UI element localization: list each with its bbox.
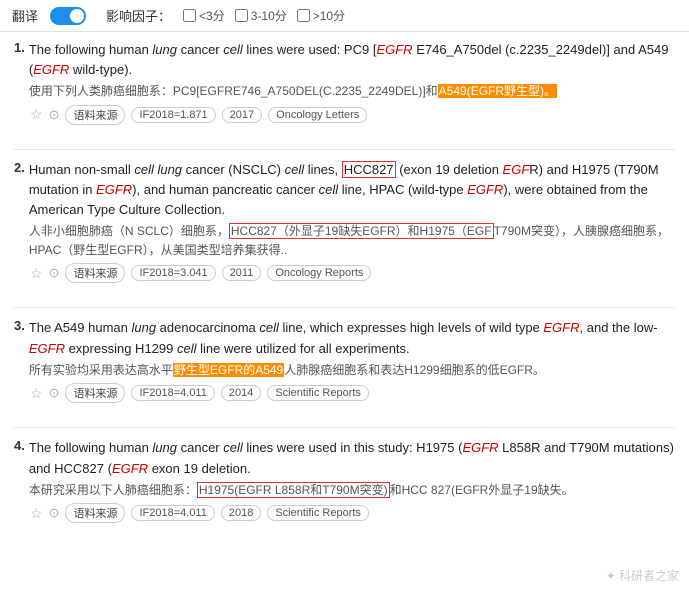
star-icon-1[interactable]: ☆ [30, 106, 43, 123]
meta-row-3: ☆ ⊙ 语料来源 IF2018=4.011 2014 Scientific Re… [30, 383, 675, 403]
egf-2: EGF [503, 162, 530, 177]
filter-lt3-label: <3分 [199, 7, 225, 24]
egfr-4b: EGFR [112, 461, 148, 476]
year-tag-3: 2014 [221, 385, 261, 401]
cell-lung-2: cell lung [134, 162, 182, 177]
translate-label: 翻译 [12, 6, 38, 25]
filter-lt3[interactable]: <3分 [183, 7, 225, 24]
year-tag-1: 2017 [222, 107, 262, 123]
source-tag-4[interactable]: 语料来源 [65, 503, 125, 523]
year-tag-2: 2011 [222, 265, 262, 281]
lung-3: lung [131, 320, 156, 335]
filter-gt10-label: >10分 [313, 7, 345, 24]
egfr-2c: EGFR [467, 182, 503, 197]
source-tag-2[interactable]: 语料来源 [65, 263, 125, 283]
star-icon-4[interactable]: ☆ [30, 505, 43, 522]
divider-3 [14, 427, 675, 428]
recycle-icon-2[interactable]: ⊙ [49, 265, 60, 281]
zh-highlight-1: A549(EGFR野生型)。 [438, 84, 557, 98]
journal-tag-2: Oncology Reports [267, 265, 371, 281]
if-tag-2: IF2018=3.041 [131, 265, 215, 281]
result-item-4: 4. The following human lung cancer cell … [14, 438, 675, 529]
cell-3: cell [259, 320, 279, 335]
lung-4: lung [152, 440, 177, 455]
cell-1: cell [223, 42, 243, 57]
result-number-1: 1. [14, 40, 25, 101]
result-item-2: 2. Human non-small cell lung cancer (NSC… [14, 160, 675, 290]
egfr-1a: EGFR [376, 42, 412, 57]
star-icon-3[interactable]: ☆ [30, 385, 43, 402]
recycle-icon-1[interactable]: ⊙ [49, 107, 60, 123]
result-en-2: Human non-small cell lung cancer (NSCLC)… [29, 160, 675, 220]
meta-row-4: ☆ ⊙ 语料来源 IF2018=4.011 2018 Scientific Re… [30, 503, 675, 523]
cell-3b: cell [177, 341, 197, 356]
filter-3-10-checkbox[interactable] [235, 9, 248, 22]
result-item-3: 3. The A549 human lung adenocarcinoma ce… [14, 318, 675, 409]
filter-gt10-checkbox[interactable] [297, 9, 310, 22]
year-tag-4: 2018 [221, 505, 261, 521]
journal-tag-3: Scientific Reports [267, 385, 369, 401]
result-en-1: The following human lung cancer cell lin… [29, 40, 675, 80]
if-tag-3: IF2018=4.011 [131, 385, 214, 401]
cell-2b: cell [319, 182, 339, 197]
hcc827-highlight: HCC827 [342, 161, 396, 178]
source-tag-1[interactable]: 语料来源 [65, 105, 125, 125]
filter-lt3-checkbox[interactable] [183, 9, 196, 22]
star-icon-2[interactable]: ☆ [30, 265, 43, 282]
egfr-3b: EGFR [29, 341, 65, 356]
source-tag-3[interactable]: 语料来源 [65, 383, 125, 403]
watermark: ✦ 科研者之家 [606, 567, 679, 584]
toggle-knob [70, 9, 84, 23]
result-zh-1: 使用下列人类肺癌细胞系：PC9[EGFRE746_A750DEL(C.2235_… [29, 82, 675, 101]
filter-label: 影响因子： [106, 6, 171, 25]
if-tag-1: IF2018=1.871 [131, 107, 215, 123]
egfr-3a: EGFR [543, 320, 579, 335]
egfr-1b: EGFR [33, 62, 69, 77]
egfr-4a: EGFR [462, 440, 498, 455]
filter-group: <3分 3-10分 >10分 [183, 7, 345, 24]
zh-highlight-2: HCC827（外显子19缺失EGFR）和H1975（EGF [229, 223, 494, 239]
result-number-3: 3. [14, 318, 25, 379]
divider-2 [14, 307, 675, 308]
meta-row-2: ☆ ⊙ 语料来源 IF2018=3.041 2011 Oncology Repo… [30, 263, 675, 283]
result-zh-3: 所有实验均采用表达高水平野生型EGFR的A549人肺腺癌细胞系和表达H1299细… [29, 361, 675, 380]
cell-2: cell [285, 162, 305, 177]
result-zh-2: 人非小细胞肺癌（N SCLC）细胞系，HCC827（外显子19缺失EGFR）和H… [29, 222, 675, 259]
recycle-icon-3[interactable]: ⊙ [49, 385, 60, 401]
if-tag-4: IF2018=4.011 [131, 505, 214, 521]
zh-highlight-3: 野生型EGFR的A549 [173, 363, 284, 377]
lung-1: lung [152, 42, 177, 57]
result-number-2: 2. [14, 160, 25, 260]
divider-1 [14, 149, 675, 150]
egfr-2b: EGFR [96, 182, 132, 197]
cell-4: cell [223, 440, 243, 455]
filter-gt10[interactable]: >10分 [297, 7, 345, 24]
journal-tag-4: Scientific Reports [267, 505, 369, 521]
recycle-icon-4[interactable]: ⊙ [49, 505, 60, 521]
translate-toggle[interactable] [50, 7, 86, 25]
meta-row-1: ☆ ⊙ 语料来源 IF2018=1.871 2017 Oncology Lett… [30, 105, 675, 125]
result-zh-4: 本研究采用以下人肺癌细胞系：H1975(EGFR L858R和T790M突变)和… [29, 481, 675, 500]
zh-highlight-4: H1975(EGFR L858R和T790M突变) [197, 482, 390, 498]
result-number-4: 4. [14, 438, 25, 499]
filter-3-10[interactable]: 3-10分 [235, 7, 287, 24]
result-en-4: The following human lung cancer cell lin… [29, 438, 675, 478]
filter-3-10-label: 3-10分 [251, 7, 287, 24]
top-bar: 翻译 影响因子： <3分 3-10分 >10分 [0, 0, 689, 32]
results-content: 1. The following human lung cancer cell … [0, 32, 689, 555]
journal-tag-1: Oncology Letters [268, 107, 367, 123]
result-item-1: 1. The following human lung cancer cell … [14, 40, 675, 131]
result-en-3: The A549 human lung adenocarcinoma cell … [29, 318, 675, 358]
